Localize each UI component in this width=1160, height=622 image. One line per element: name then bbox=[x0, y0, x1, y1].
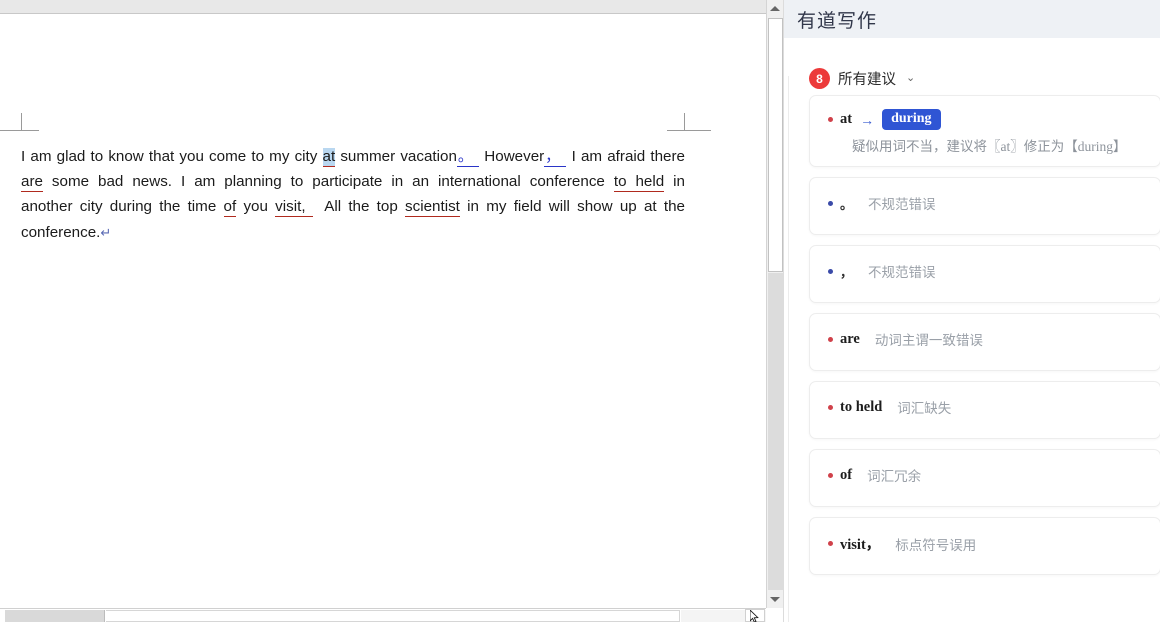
suggestion-headline: 。 不规范错误 bbox=[828, 193, 936, 213]
suggestion-category: 不规范错误 bbox=[868, 261, 936, 281]
suggestion-card[interactable]: visit， 标点符号误用 bbox=[809, 517, 1160, 575]
error-fullwidth-period[interactable]: 。 bbox=[457, 148, 474, 167]
error-scientist[interactable]: scientist bbox=[405, 198, 460, 217]
vertical-scroll-track[interactable] bbox=[768, 273, 783, 590]
triangle-up-icon bbox=[770, 6, 780, 11]
panel-header: 有道写作 bbox=[784, 0, 1160, 38]
suggestion-replacement-tag[interactable]: during bbox=[882, 109, 940, 130]
severity-dot-icon bbox=[828, 201, 833, 206]
suggestion-headline: visit， 标点符号误用 bbox=[828, 533, 976, 554]
app-root: I am glad to know that you come to my ci… bbox=[0, 0, 1160, 622]
horizontal-scroll-track[interactable] bbox=[106, 610, 680, 622]
horizontal-scroll-thumb[interactable] bbox=[5, 610, 105, 622]
document-line-4: conference.↵ bbox=[21, 220, 685, 245]
suggestion-count-badge: 8 bbox=[809, 68, 830, 89]
suggestion-card[interactable]: at → during 疑似用词不当，建议将〖at〗修正为【during】 bbox=[809, 95, 1160, 167]
severity-dot-icon bbox=[828, 117, 833, 122]
suggestion-word: 。 bbox=[840, 194, 853, 213]
severity-dot-icon bbox=[828, 541, 833, 546]
suggestion-headline: to held 词汇缺失 bbox=[828, 397, 951, 417]
mouse-cursor-icon bbox=[750, 610, 760, 622]
text-run: I am afraid there bbox=[566, 148, 685, 165]
error-of[interactable]: of bbox=[224, 198, 237, 217]
suggestion-headline: at → during bbox=[828, 109, 941, 130]
document-top-strip bbox=[0, 0, 766, 14]
document-line-2: are some bad news. I am planning to part… bbox=[21, 169, 685, 194]
suggestion-description: 疑似用词不当，建议将〖at〗修正为【during】 bbox=[852, 135, 1127, 155]
paragraph-mark-icon: ↵ bbox=[100, 225, 111, 240]
panel-title: 有道写作 bbox=[797, 6, 877, 33]
text-run: another city during the time bbox=[21, 198, 224, 215]
panel-left-rail bbox=[788, 76, 789, 622]
severity-dot-icon bbox=[828, 405, 833, 410]
suggestion-card[interactable]: ， 不规范错误 bbox=[809, 245, 1160, 303]
suggestion-word: ， bbox=[840, 262, 853, 281]
text-run: All the top bbox=[318, 198, 405, 215]
desc-word-original: at bbox=[1001, 139, 1011, 154]
desc-part: 〗修正为【 bbox=[1010, 139, 1078, 154]
text-run: some bad news. I am planning to particip… bbox=[43, 173, 614, 190]
error-to-held[interactable]: to held bbox=[614, 173, 664, 192]
suggestion-headline: are 动词主谓一致错误 bbox=[828, 329, 983, 349]
error-at[interactable]: at bbox=[323, 148, 336, 167]
suggestion-category: 不规范错误 bbox=[868, 193, 936, 213]
document-pane: I am glad to know that you come to my ci… bbox=[0, 0, 783, 622]
severity-dot-icon bbox=[828, 473, 833, 478]
error-are[interactable]: are bbox=[21, 173, 43, 192]
document-horizontal-scrollbar[interactable] bbox=[0, 608, 766, 622]
suggestion-filter-label: 所有建议 bbox=[838, 68, 896, 89]
suggestion-category: 词汇缺失 bbox=[897, 397, 951, 417]
desc-part: 】 bbox=[1113, 139, 1127, 154]
text-run: in my field will show up at the bbox=[460, 198, 685, 215]
margin-marker-top-right bbox=[667, 113, 685, 131]
desc-part: 疑似用词不当，建议将〖 bbox=[852, 139, 1001, 154]
text-run: summer vacation bbox=[335, 148, 457, 165]
suggestion-filter[interactable]: 8 所有建议 ⌄ bbox=[809, 68, 915, 89]
suggestion-card[interactable]: to held 词汇缺失 bbox=[809, 381, 1160, 439]
suggestion-headline: ， 不规范错误 bbox=[828, 261, 936, 281]
severity-dot-icon bbox=[828, 337, 833, 342]
suggestion-card[interactable]: 。 不规范错误 bbox=[809, 177, 1160, 235]
youdao-writing-panel: 有道写作 8 所有建议 ⌄ at → during bbox=[783, 0, 1160, 622]
document-page[interactable]: I am glad to know that you come to my ci… bbox=[0, 14, 766, 605]
suggestion-category: 标点符号误用 bbox=[895, 534, 976, 554]
suggestion-word: to held bbox=[840, 399, 882, 416]
margin-marker-top-left bbox=[21, 113, 39, 131]
suggestion-word: of bbox=[840, 467, 852, 484]
text-run: in bbox=[664, 173, 685, 190]
suggestion-list: at → during 疑似用词不当，建议将〖at〗修正为【during】 。 … bbox=[809, 95, 1160, 585]
suggestion-category: 动词主谓一致错误 bbox=[875, 329, 983, 349]
suggestion-headline: of 词汇冗余 bbox=[828, 465, 921, 485]
severity-dot-icon bbox=[828, 269, 833, 274]
text-run: conference. bbox=[21, 224, 100, 241]
text-run: you bbox=[236, 198, 275, 215]
scroll-down-button[interactable] bbox=[767, 591, 783, 608]
error-visit-comma[interactable]: visit, bbox=[275, 198, 305, 217]
suggestion-word: visit， bbox=[840, 533, 880, 554]
suggestion-word: at bbox=[840, 111, 852, 128]
document-text-body[interactable]: I am glad to know that you come to my ci… bbox=[21, 144, 685, 245]
chevron-down-icon[interactable]: ⌄ bbox=[906, 73, 915, 84]
scroll-up-button[interactable] bbox=[767, 0, 783, 17]
arrow-right-icon: → bbox=[860, 112, 874, 128]
triangle-down-icon bbox=[770, 597, 780, 602]
vertical-scroll-thumb[interactable] bbox=[768, 18, 783, 272]
error-fullwidth-comma[interactable]: ， bbox=[544, 148, 561, 167]
suggestion-card[interactable]: are 动词主谓一致错误 bbox=[809, 313, 1160, 371]
suggestion-card[interactable]: of 词汇冗余 bbox=[809, 449, 1160, 507]
error-trailing-space bbox=[306, 198, 313, 217]
text-run: However bbox=[479, 148, 544, 165]
panel-body: 8 所有建议 ⌄ at → during 疑似用词不当，建议将〖at〗修正为【d… bbox=[784, 38, 1160, 622]
text-run: I am glad to know that you come to my ci… bbox=[21, 148, 323, 165]
desc-word-replacement: during bbox=[1078, 139, 1113, 154]
suggestion-word: are bbox=[840, 331, 860, 348]
suggestion-category: 词汇冗余 bbox=[867, 465, 921, 485]
document-line-1: I am glad to know that you come to my ci… bbox=[21, 144, 685, 169]
document-line-3: another city during the time of you visi… bbox=[21, 194, 685, 219]
document-vertical-scrollbar[interactable] bbox=[766, 0, 783, 608]
